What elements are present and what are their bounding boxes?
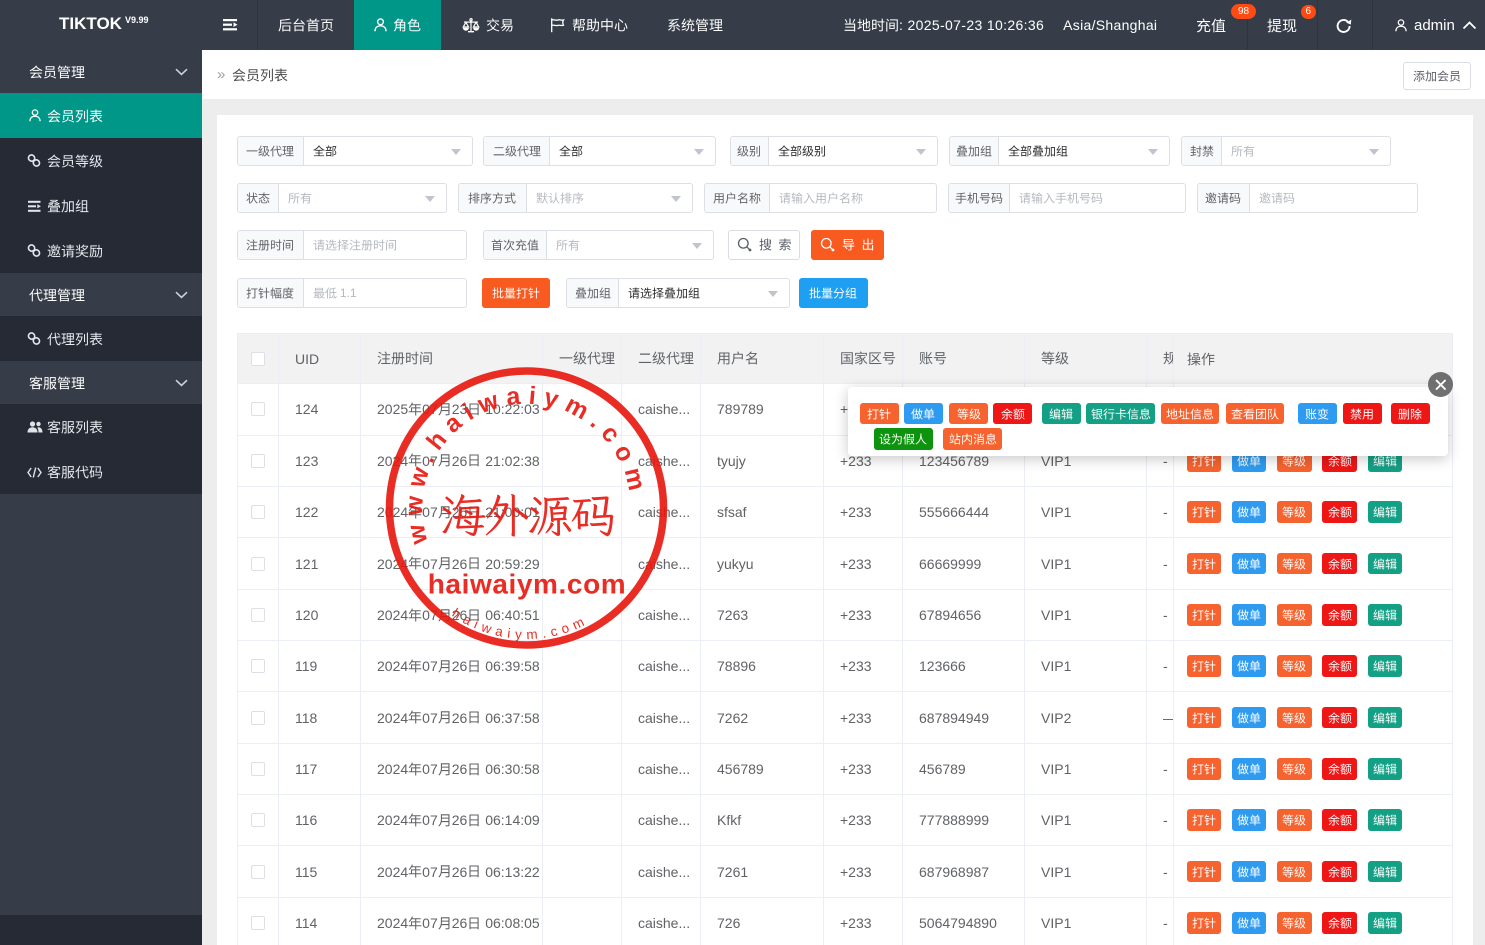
svg-text:haiwaiym.com: haiwaiym.com — [428, 569, 627, 600]
